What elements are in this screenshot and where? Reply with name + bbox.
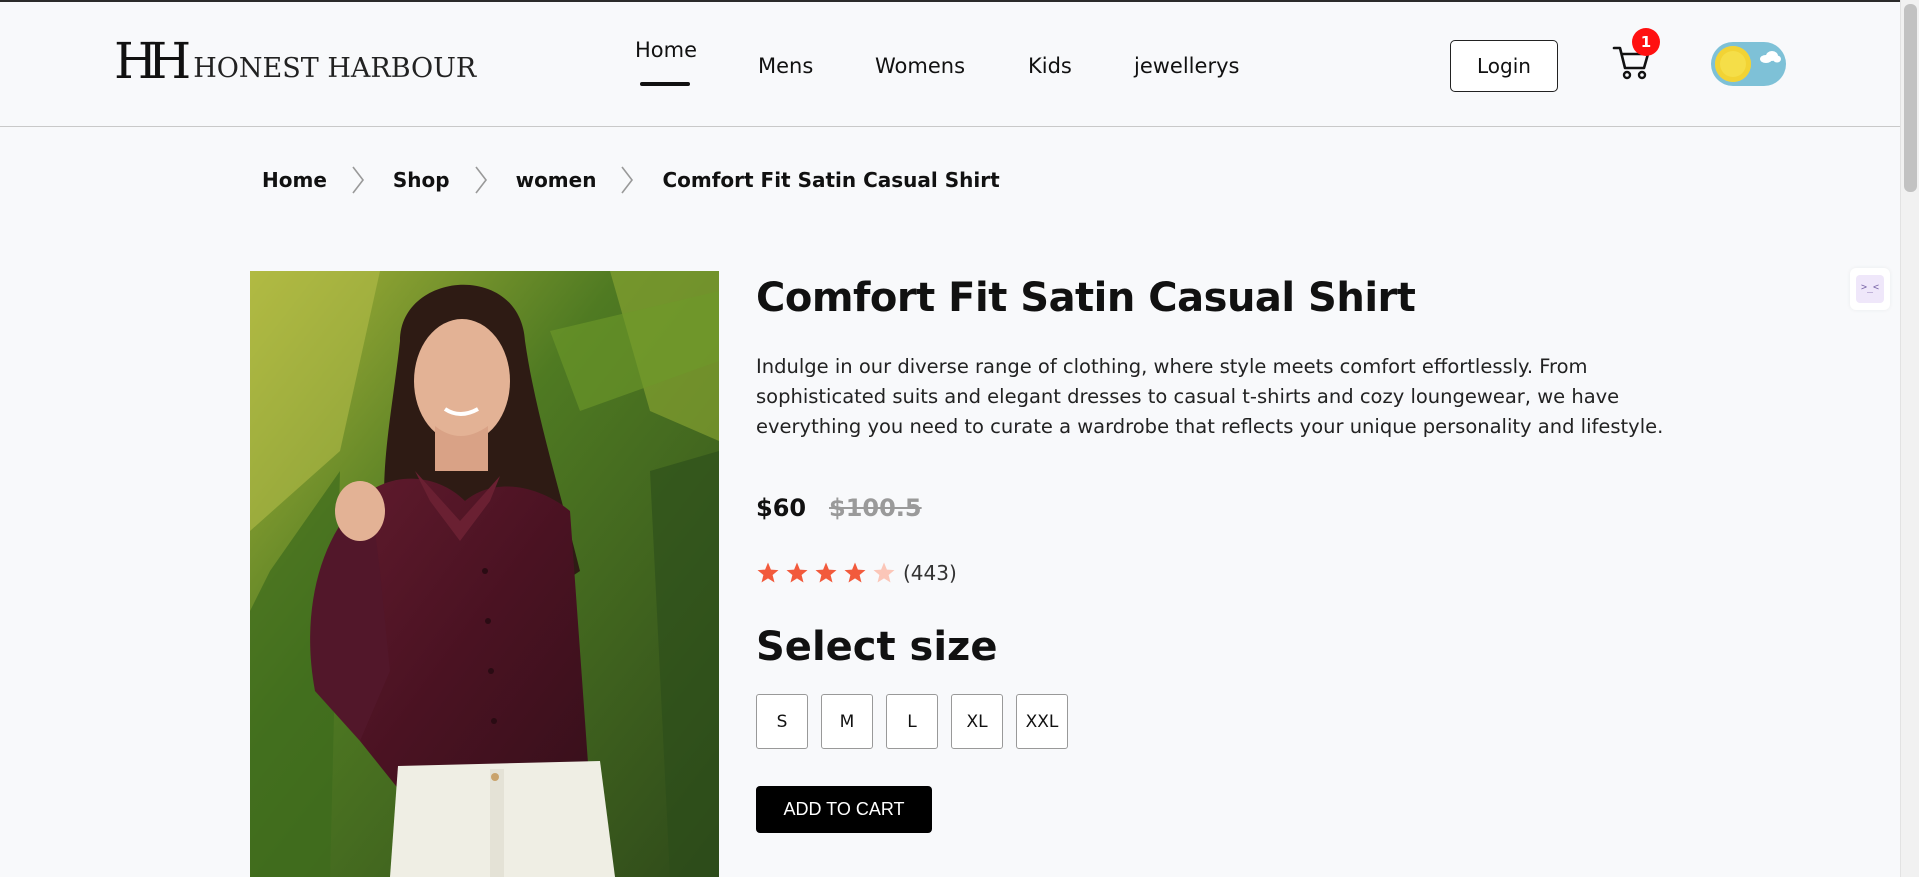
brand-logo[interactable]: HH HONEST HARBOUR (114, 32, 477, 90)
nav-item-jewellerys[interactable]: jewellerys (1134, 54, 1239, 78)
add-to-cart-button[interactable]: ADD TO CART (756, 786, 932, 833)
star-empty-icon (873, 562, 895, 583)
chevron-right-icon (474, 166, 487, 194)
breadcrumb-home[interactable]: Home (262, 168, 327, 192)
floating-widget[interactable]: >_< (1850, 268, 1890, 310)
product-old-price: $100.5 (829, 494, 922, 522)
size-selector: S M L XL XXL (756, 694, 1081, 749)
nav-active-indicator (640, 82, 690, 86)
chevron-right-icon (621, 166, 634, 194)
product-description: Indulge in our diverse range of clothing… (756, 355, 1664, 438)
star-filled-icon (815, 562, 837, 583)
login-button[interactable]: Login (1450, 40, 1558, 92)
breadcrumb-women[interactable]: women (516, 168, 597, 192)
nav-item-kids[interactable]: Kids (1028, 54, 1072, 78)
site-header: HH HONEST HARBOUR Home Mens Womens Kids … (0, 2, 1900, 127)
size-option-m[interactable]: M (821, 694, 873, 749)
size-option-xxl[interactable]: XXL (1016, 694, 1068, 749)
chevron-right-icon (352, 166, 364, 194)
product-title: Comfort Fit Satin Casual Shirt (756, 275, 1416, 321)
size-option-l[interactable]: L (886, 694, 938, 749)
size-heading: Select size (756, 624, 998, 670)
page-scrollbar[interactable] (1900, 0, 1919, 877)
star-filled-icon (786, 562, 808, 583)
star-filled-icon (757, 562, 779, 583)
size-option-s[interactable]: S (756, 694, 808, 749)
logo-mark: HH (114, 32, 191, 90)
star-filled-icon (844, 562, 866, 583)
nav-item-womens[interactable]: Womens (875, 54, 965, 78)
nav-item-home[interactable]: Home (635, 38, 697, 62)
product-rating: (443) (756, 561, 957, 585)
product-price: $60 (756, 494, 807, 522)
sun-icon (1715, 46, 1751, 82)
theme-toggle[interactable] (1711, 42, 1786, 86)
product-image[interactable] (250, 271, 719, 877)
nav-item-mens[interactable]: Mens (758, 54, 813, 78)
cloud-icon (1760, 51, 1781, 63)
rating-count: (443) (903, 561, 957, 585)
scrollbar-thumb[interactable] (1904, 4, 1917, 192)
logo-wordmark: HONEST HARBOUR (193, 53, 477, 84)
cart-count-badge: 1 (1632, 28, 1660, 56)
breadcrumb-shop[interactable]: Shop (393, 168, 450, 192)
size-option-xl[interactable]: XL (951, 694, 1003, 749)
breadcrumb-current: Comfort Fit Satin Casual Shirt (662, 168, 1000, 192)
widget-icon: >_< (1856, 275, 1884, 303)
breadcrumb: Home Shop women Comfort Fit Satin Casual… (262, 165, 1000, 195)
